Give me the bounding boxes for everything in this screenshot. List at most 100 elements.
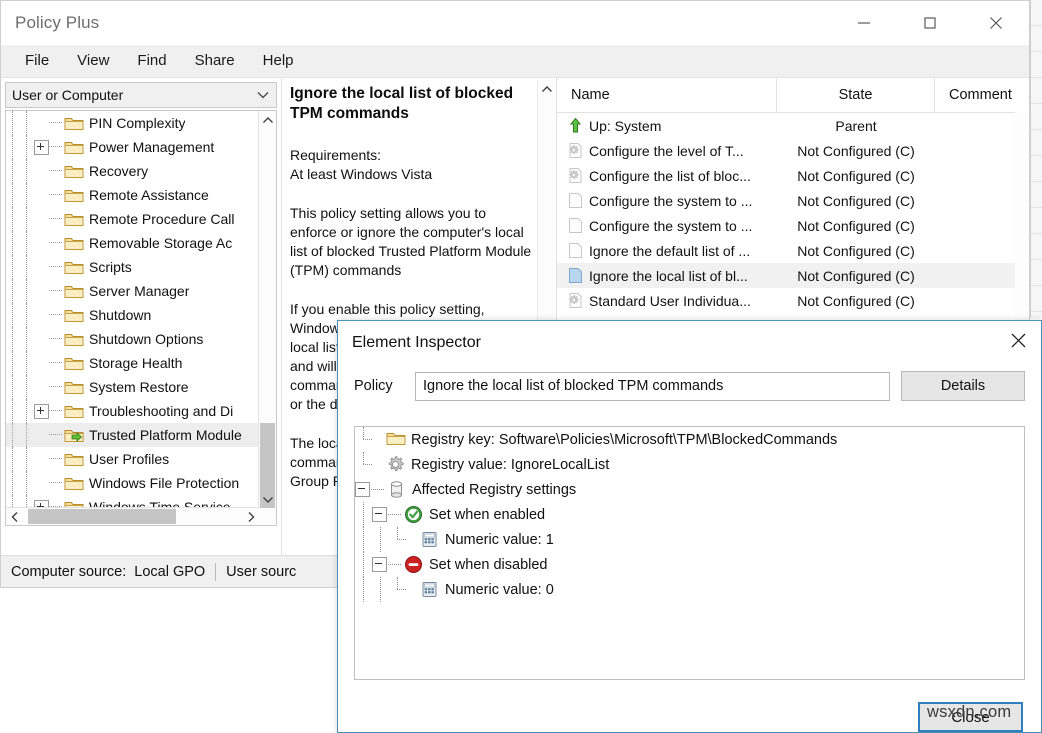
tree-vertical-scrollbar[interactable] bbox=[258, 111, 276, 508]
registry-tree-item[interactable]: Affected Registry settings bbox=[355, 477, 1024, 502]
table-row[interactable]: Ignore the default list of ...Not Config… bbox=[557, 238, 1029, 263]
tree-item-shutdown[interactable]: Shutdown bbox=[6, 303, 258, 327]
scroll-up-icon[interactable] bbox=[259, 111, 276, 128]
tree-item-scripts[interactable]: Scripts bbox=[6, 255, 258, 279]
registry-tree[interactable]: Registry key: Software\Policies\Microsof… bbox=[354, 426, 1025, 680]
tree-guide bbox=[49, 447, 63, 471]
scroll-right-icon[interactable] bbox=[242, 511, 259, 523]
registry-tree-item[interactable]: Registry key: Software\Policies\Microsof… bbox=[355, 427, 1024, 452]
menu-file[interactable]: File bbox=[11, 48, 63, 74]
column-header-name[interactable]: Name bbox=[557, 78, 777, 112]
tree-item-power-management[interactable]: Power Management bbox=[6, 135, 258, 159]
tree-item-remote-procedure-call[interactable]: Remote Procedure Call bbox=[6, 207, 258, 231]
list-item-label: Configure the system to ... bbox=[589, 218, 752, 234]
tree-item-removable-storage-ac[interactable]: Removable Storage Ac bbox=[6, 231, 258, 255]
scroll-down-icon[interactable] bbox=[259, 491, 276, 508]
tree-item-system-restore[interactable]: System Restore bbox=[6, 375, 258, 399]
description-paragraph-1: This policy setting allows you to enforc… bbox=[290, 204, 536, 280]
list-cell-state: Not Configured (C) bbox=[777, 293, 935, 309]
list-item-label: Up: System bbox=[589, 118, 661, 134]
tree-guide bbox=[49, 471, 63, 495]
minimize-button[interactable] bbox=[831, 1, 897, 45]
tree-guide bbox=[6, 327, 20, 351]
policy-input[interactable]: Ignore the local list of blocked TPM com… bbox=[415, 372, 890, 401]
tree-item-label: Windows Time Service bbox=[89, 499, 231, 507]
policy-tree[interactable]: PIN ComplexityPower ManagementRecoveryRe… bbox=[5, 110, 277, 526]
folder-icon bbox=[64, 235, 84, 251]
tree-item-trusted-platform-module[interactable]: Trusted Platform Module bbox=[6, 423, 258, 447]
registry-tree-item[interactable]: Numeric value: 0 bbox=[355, 577, 1024, 602]
tree-guide bbox=[6, 135, 20, 159]
registry-tree-item[interactable]: Registry value: IgnoreLocalList bbox=[355, 452, 1024, 477]
tree-guide bbox=[20, 279, 34, 303]
computer-source-value: Local GPO bbox=[134, 564, 205, 580]
list-header: Name State Comment bbox=[557, 78, 1029, 113]
tree-item-user-profiles[interactable]: User Profiles bbox=[6, 447, 258, 471]
close-button[interactable] bbox=[963, 1, 1029, 45]
tree-item-windows-file-protection[interactable]: Windows File Protection bbox=[6, 471, 258, 495]
table-row[interactable]: Configure the list of bloc...Not Configu… bbox=[557, 163, 1029, 188]
titlebar: Policy Plus bbox=[1, 1, 1029, 45]
dialog-title: Element Inspector bbox=[338, 334, 481, 352]
tree-guide bbox=[20, 159, 34, 183]
table-row[interactable]: Ignore the local list of bl...Not Config… bbox=[557, 263, 1029, 288]
check-green-icon bbox=[404, 505, 423, 524]
tree-horizontal-scrollbar[interactable] bbox=[6, 507, 259, 525]
tree-item-remote-assistance[interactable]: Remote Assistance bbox=[6, 183, 258, 207]
scroll-up-icon[interactable] bbox=[538, 80, 555, 97]
tree-item-recovery[interactable]: Recovery bbox=[6, 159, 258, 183]
table-row[interactable]: Configure the level of T...Not Configure… bbox=[557, 138, 1029, 163]
scroll-left-icon[interactable] bbox=[6, 511, 23, 523]
tree-expander-icon[interactable] bbox=[34, 500, 49, 508]
element-inspector-dialog: Element Inspector Policy Ignore the loca… bbox=[337, 320, 1042, 733]
menubar: File View Find Share Help bbox=[1, 45, 1029, 78]
computer-source-status: Computer source: Local GPO bbox=[1, 556, 215, 587]
registry-tree-item[interactable]: Set when disabled bbox=[355, 552, 1024, 577]
menu-find[interactable]: Find bbox=[123, 48, 180, 74]
column-header-comment[interactable]: Comment bbox=[935, 78, 1029, 112]
table-row[interactable]: Configure the system to ...Not Configure… bbox=[557, 213, 1029, 238]
tree-hscroll-thumb[interactable] bbox=[28, 509, 176, 524]
details-button[interactable]: Details bbox=[901, 371, 1025, 401]
tree-item-troubleshooting-and-di[interactable]: Troubleshooting and Di bbox=[6, 399, 258, 423]
tree-guide bbox=[6, 231, 20, 255]
tree-expander-icon[interactable] bbox=[34, 404, 49, 419]
tree-item-shutdown-options[interactable]: Shutdown Options bbox=[6, 327, 258, 351]
background-row bbox=[1031, 104, 1042, 130]
folder-icon bbox=[64, 283, 84, 299]
tree-item-storage-health[interactable]: Storage Health bbox=[6, 351, 258, 375]
menu-help[interactable]: Help bbox=[249, 48, 308, 74]
table-row[interactable]: Standard User Individua...Not Configured… bbox=[557, 288, 1029, 313]
tree-item-label: Trusted Platform Module bbox=[89, 427, 242, 443]
list-item-label: Ignore the default list of ... bbox=[589, 243, 750, 259]
tree-guide bbox=[389, 527, 406, 552]
column-header-state[interactable]: State bbox=[777, 78, 935, 112]
maximize-button[interactable] bbox=[897, 1, 963, 45]
tree-collapse-icon[interactable] bbox=[372, 557, 387, 572]
table-row[interactable]: Configure the system to ...Not Configure… bbox=[557, 188, 1029, 213]
tree-guide bbox=[20, 255, 34, 279]
table-row[interactable]: Up: SystemParent bbox=[557, 113, 1029, 138]
tree-item-pin-complexity[interactable]: PIN Complexity bbox=[6, 111, 258, 135]
menu-share[interactable]: Share bbox=[181, 48, 249, 74]
tree-collapse-icon[interactable] bbox=[372, 507, 387, 522]
tree-guide bbox=[355, 552, 372, 577]
tree-guide bbox=[20, 375, 34, 399]
registry-tree-rows: Registry key: Software\Policies\Microsof… bbox=[355, 427, 1024, 602]
background-row bbox=[1031, 78, 1042, 104]
window-title: Policy Plus bbox=[1, 13, 99, 33]
registry-tree-item[interactable]: Set when enabled bbox=[355, 502, 1024, 527]
tree-item-windows-time-service[interactable]: Windows Time Service bbox=[6, 495, 258, 507]
tree-expander-icon[interactable] bbox=[34, 140, 49, 155]
tree-guide bbox=[20, 495, 34, 507]
tree-guide bbox=[20, 207, 34, 231]
registry-tree-item[interactable]: Numeric value: 1 bbox=[355, 527, 1024, 552]
menu-view[interactable]: View bbox=[63, 48, 123, 74]
minus-red-icon bbox=[404, 555, 423, 574]
tree-guide bbox=[389, 577, 406, 602]
user-or-computer-dropdown[interactable]: User or Computer bbox=[5, 82, 277, 108]
tree-collapse-icon[interactable] bbox=[355, 482, 370, 497]
tree-guide bbox=[20, 447, 34, 471]
dialog-close-button[interactable] bbox=[995, 321, 1041, 365]
tree-item-server-manager[interactable]: Server Manager bbox=[6, 279, 258, 303]
